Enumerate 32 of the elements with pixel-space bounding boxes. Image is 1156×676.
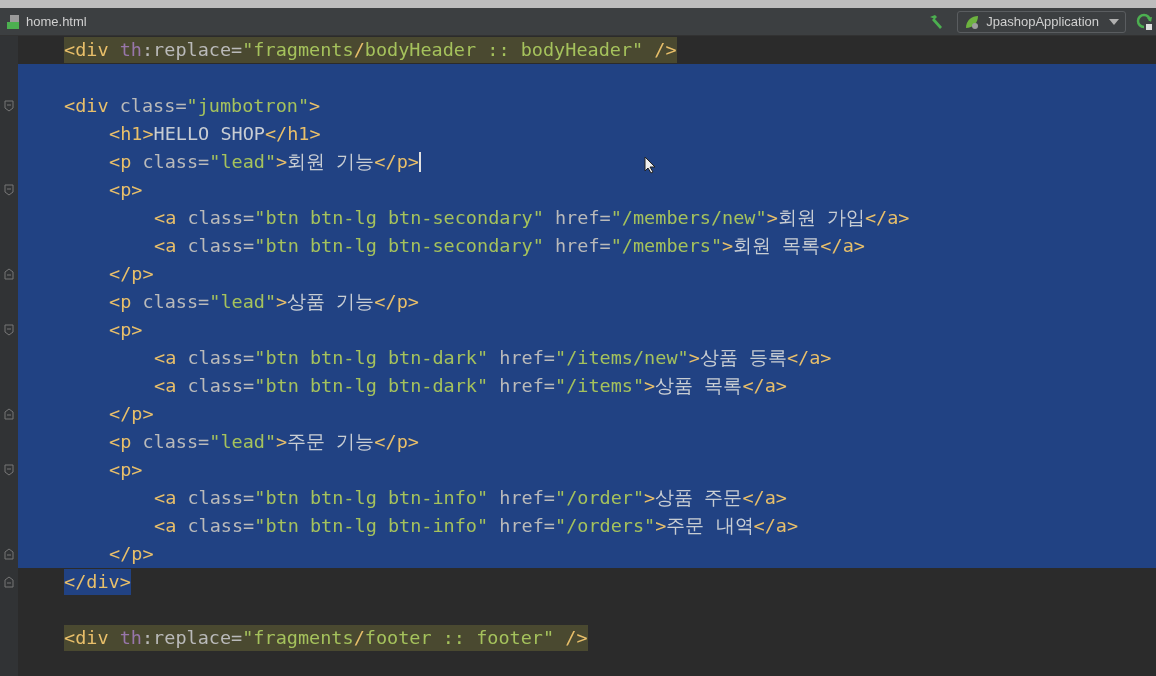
fold-marker-icon[interactable] <box>4 548 14 560</box>
fold-marker-icon[interactable] <box>4 576 14 588</box>
code-line: <a class="btn btn-lg btn-dark" href="/items">상품 목록</a> <box>154 374 787 398</box>
html-file-icon <box>6 13 22 30</box>
run-configuration-dropdown[interactable]: JpashopApplication <box>957 10 1126 33</box>
rerun-icon[interactable] <box>1136 12 1154 31</box>
code-line: <a class="btn btn-lg btn-dark" href="/items/new">상품 등록</a> <box>154 346 832 370</box>
code-line: <a class="btn btn-lg btn-info" href="/order">상품 주문</a> <box>154 486 787 510</box>
leaf-icon <box>964 13 981 30</box>
code-line: <p class="lead">주문 기능</p> <box>109 430 419 454</box>
caret-icon <box>1109 18 1119 25</box>
fold-marker-icon[interactable] <box>4 100 14 112</box>
code-line: <a class="btn btn-lg btn-info" href="/orders">주문 내역</a> <box>154 514 799 538</box>
fold-marker-icon[interactable] <box>4 184 14 196</box>
mouse-pointer-icon <box>644 156 656 174</box>
code-line: <p> <box>109 458 143 482</box>
code-line: <h1>HELLO SHOP</h1> <box>109 122 321 146</box>
code-line: <a class="btn btn-lg btn-secondary" href="/members">회원 목록</a> <box>154 234 865 258</box>
fold-marker-icon[interactable] <box>4 408 14 420</box>
code-line: <p class="lead">상품 기능</p> <box>109 290 419 314</box>
code-line: </p> <box>109 262 154 286</box>
code-line: <p> <box>109 178 143 202</box>
fold-marker-icon[interactable] <box>4 464 14 476</box>
fold-marker-icon[interactable] <box>4 324 14 336</box>
code-line: <p> <box>109 318 143 342</box>
code-line: </p> <box>109 402 154 426</box>
code-line: </p> <box>109 542 154 566</box>
code-line: <p class="lead">회원 기능</p> <box>109 150 419 174</box>
code-line: <a class="btn btn-lg btn-secondary" href="/members/new">회원 가입</a> <box>154 206 910 230</box>
fold-marker-icon[interactable] <box>4 268 14 280</box>
file-tab[interactable]: home.html <box>6 11 87 32</box>
code-line: <div class="jumbotron"> <box>64 94 321 118</box>
